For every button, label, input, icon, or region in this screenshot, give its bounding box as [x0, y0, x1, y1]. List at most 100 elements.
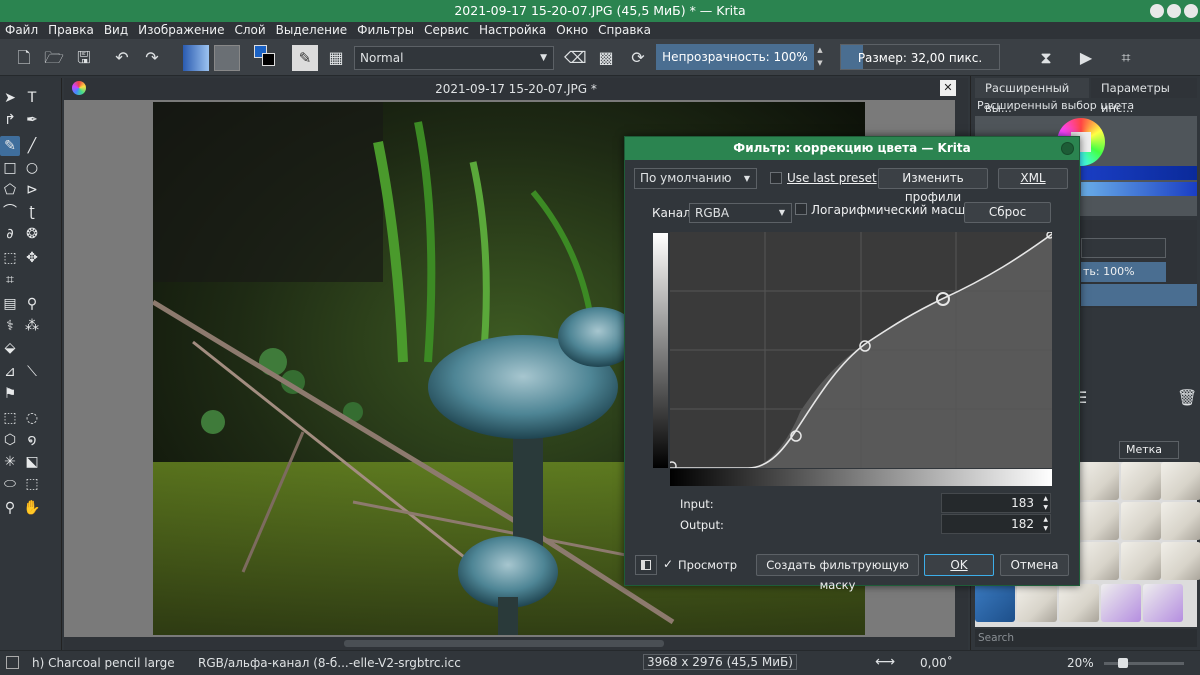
- similar-color-tool-icon[interactable]: ⁂: [22, 316, 42, 336]
- preview-check-icon[interactable]: ✓: [663, 557, 673, 571]
- assistant-tool-icon[interactable]: ⟍: [22, 362, 42, 382]
- cancel-button[interactable]: Отмена: [1000, 554, 1069, 576]
- save-icon[interactable]: 🖫: [74, 48, 94, 68]
- undo-icon[interactable]: ↶: [112, 48, 132, 68]
- move-tool-icon[interactable]: ✥: [22, 248, 42, 268]
- mirror-vertical-icon[interactable]: ▶: [1076, 48, 1096, 68]
- menu-edit[interactable]: Правка: [43, 22, 99, 39]
- background-color-swatch[interactable]: [262, 53, 275, 66]
- blend-mode-select[interactable]: Normal ▼: [354, 46, 554, 70]
- trash-icon[interactable]: 🗑: [1177, 388, 1197, 407]
- channel-select[interactable]: RGBA ▼: [689, 203, 792, 223]
- dynamic-brush-tool-icon[interactable]: ∂: [0, 224, 20, 244]
- freehand-select-tool-icon[interactable]: ໑: [22, 430, 42, 450]
- document-tab[interactable]: 2021-09-17 15-20-07.JPG *: [64, 78, 968, 100]
- menu-window[interactable]: Окно: [551, 22, 593, 39]
- alpha-lock-icon[interactable]: ▩: [596, 48, 616, 68]
- similar-select-tool-icon[interactable]: ⬕: [22, 452, 42, 472]
- brush-thumb[interactable]: [1143, 584, 1183, 622]
- output-spinbox[interactable]: 182 ▲ ▼: [941, 514, 1051, 534]
- brush-thumb-selected[interactable]: [975, 584, 1015, 622]
- reference-tool-icon[interactable]: ⚑: [0, 384, 20, 404]
- spin-arrows-icon[interactable]: ▲ ▼: [1043, 494, 1048, 512]
- menu-file[interactable]: Файл: [0, 22, 43, 39]
- calligraphy-tool-icon[interactable]: ✒: [22, 110, 42, 130]
- freehand-path-tool-icon[interactable]: ʈ: [22, 202, 42, 222]
- gradient-tool-icon[interactable]: ▤: [0, 294, 20, 314]
- color-bar-2[interactable]: [1081, 182, 1197, 196]
- spin-arrows-icon[interactable]: ▲ ▼: [1043, 515, 1048, 533]
- curve-graph[interactable]: [667, 231, 1054, 471]
- brush-thumb[interactable]: [1017, 584, 1057, 622]
- split-preview-icon[interactable]: [635, 555, 657, 575]
- wrap-around-icon[interactable]: ⌗: [1116, 48, 1136, 68]
- brush-preset-icon[interactable]: ✎: [292, 45, 318, 71]
- brush-thumb[interactable]: [1079, 462, 1119, 500]
- crop-tool-icon[interactable]: ⌗: [0, 270, 20, 290]
- brush-thumb[interactable]: [1079, 542, 1119, 580]
- polygon-tool-icon[interactable]: ⬠: [0, 180, 20, 200]
- menu-settings[interactable]: Настройка: [474, 22, 551, 39]
- xml-button[interactable]: XML: [998, 168, 1068, 189]
- menu-view[interactable]: Вид: [99, 22, 133, 39]
- rect-select-tool-icon[interactable]: ⬚: [0, 408, 20, 428]
- menu-layer[interactable]: Слой: [229, 22, 270, 39]
- menu-help[interactable]: Справка: [593, 22, 656, 39]
- brush-thumb[interactable]: [1121, 502, 1161, 540]
- maximize-icon[interactable]: [1167, 4, 1181, 18]
- layer-opacity-slider[interactable]: ть: 100%: [1081, 262, 1166, 282]
- ok-button[interactable]: OK: [924, 554, 994, 576]
- create-filter-mask-button[interactable]: Создать фильтрующую маску: [756, 554, 919, 592]
- brush-thumb[interactable]: [1079, 502, 1119, 540]
- pan-tool-icon[interactable]: ✋: [22, 498, 42, 518]
- polygon-select-tool-icon[interactable]: ⬡: [0, 430, 20, 450]
- tab-advanced-color[interactable]: Расширенный вы...: [975, 78, 1089, 115]
- contiguous-select-tool-icon[interactable]: ✳: [0, 452, 20, 472]
- brush-search-input[interactable]: Search: [975, 629, 1197, 647]
- curve-editor[interactable]: [667, 231, 1054, 471]
- pattern-swatch[interactable]: [214, 45, 240, 71]
- ellipse-select-tool-icon[interactable]: ◌: [22, 408, 42, 428]
- fill-tool-icon[interactable]: ⬙: [0, 338, 20, 358]
- line-tool-icon[interactable]: ╱: [22, 136, 42, 156]
- minimize-icon[interactable]: [1150, 4, 1164, 18]
- menu-select[interactable]: Выделение: [271, 22, 352, 39]
- log-scale-checkbox[interactable]: [795, 203, 807, 215]
- brush-grid-icon[interactable]: ▦: [326, 48, 346, 68]
- brush-thumb[interactable]: [1161, 462, 1200, 500]
- select-shapes-tool-icon[interactable]: ➤: [0, 88, 20, 108]
- opacity-slider[interactable]: Непрозрачность: 100%: [656, 44, 814, 70]
- zoom-slider-handle[interactable]: [1118, 658, 1128, 668]
- edit-shapes-tool-icon[interactable]: ↱: [0, 110, 20, 130]
- magnetic-select-tool-icon[interactable]: ⬚: [22, 474, 42, 494]
- menu-tools[interactable]: Сервис: [419, 22, 474, 39]
- horizontal-scroll-handle[interactable]: [344, 640, 664, 647]
- close-document-icon[interactable]: ✕: [940, 80, 956, 96]
- freehand-brush-tool-icon[interactable]: ✎: [0, 136, 20, 156]
- color-bar-1[interactable]: [1081, 166, 1197, 180]
- zoom-slider[interactable]: [1104, 658, 1184, 668]
- new-document-icon[interactable]: 🗋: [14, 48, 34, 68]
- smart-patch-tool-icon[interactable]: ⚕: [0, 316, 20, 336]
- opacity-spin-arrows[interactable]: ▲ ▼: [814, 44, 826, 70]
- zoom-tool-icon[interactable]: ⚲: [0, 498, 20, 518]
- tab-tool-options[interactable]: Параметры инс...: [1091, 78, 1197, 115]
- rectangle-tool-icon[interactable]: □: [0, 158, 20, 178]
- layer-row-selected[interactable]: [1081, 284, 1197, 306]
- brush-thumb[interactable]: [1101, 584, 1141, 622]
- menu-image[interactable]: Изображение: [133, 22, 229, 39]
- brush-thumb[interactable]: [1059, 584, 1099, 622]
- redo-icon[interactable]: ↷: [142, 48, 162, 68]
- size-slider[interactable]: Размер: 32,00 пикс.: [840, 44, 1000, 70]
- reset-button[interactable]: Сброс: [964, 202, 1051, 223]
- eraser-icon[interactable]: ⌫: [564, 48, 587, 68]
- horizontal-scrollbar[interactable]: [64, 637, 968, 650]
- brush-thumb[interactable]: [1121, 542, 1161, 580]
- bezier-tool-icon[interactable]: ⌒: [0, 202, 20, 222]
- transform-tool-icon[interactable]: ⬚: [0, 248, 20, 268]
- mirror-horizontal-icon[interactable]: ⧗: [1036, 48, 1056, 68]
- menu-filter[interactable]: Фильтры: [352, 22, 419, 39]
- layer-blend-select[interactable]: [1081, 238, 1166, 258]
- input-spinbox[interactable]: 183 ▲ ▼: [941, 493, 1051, 513]
- use-last-preset-checkbox[interactable]: [770, 172, 782, 184]
